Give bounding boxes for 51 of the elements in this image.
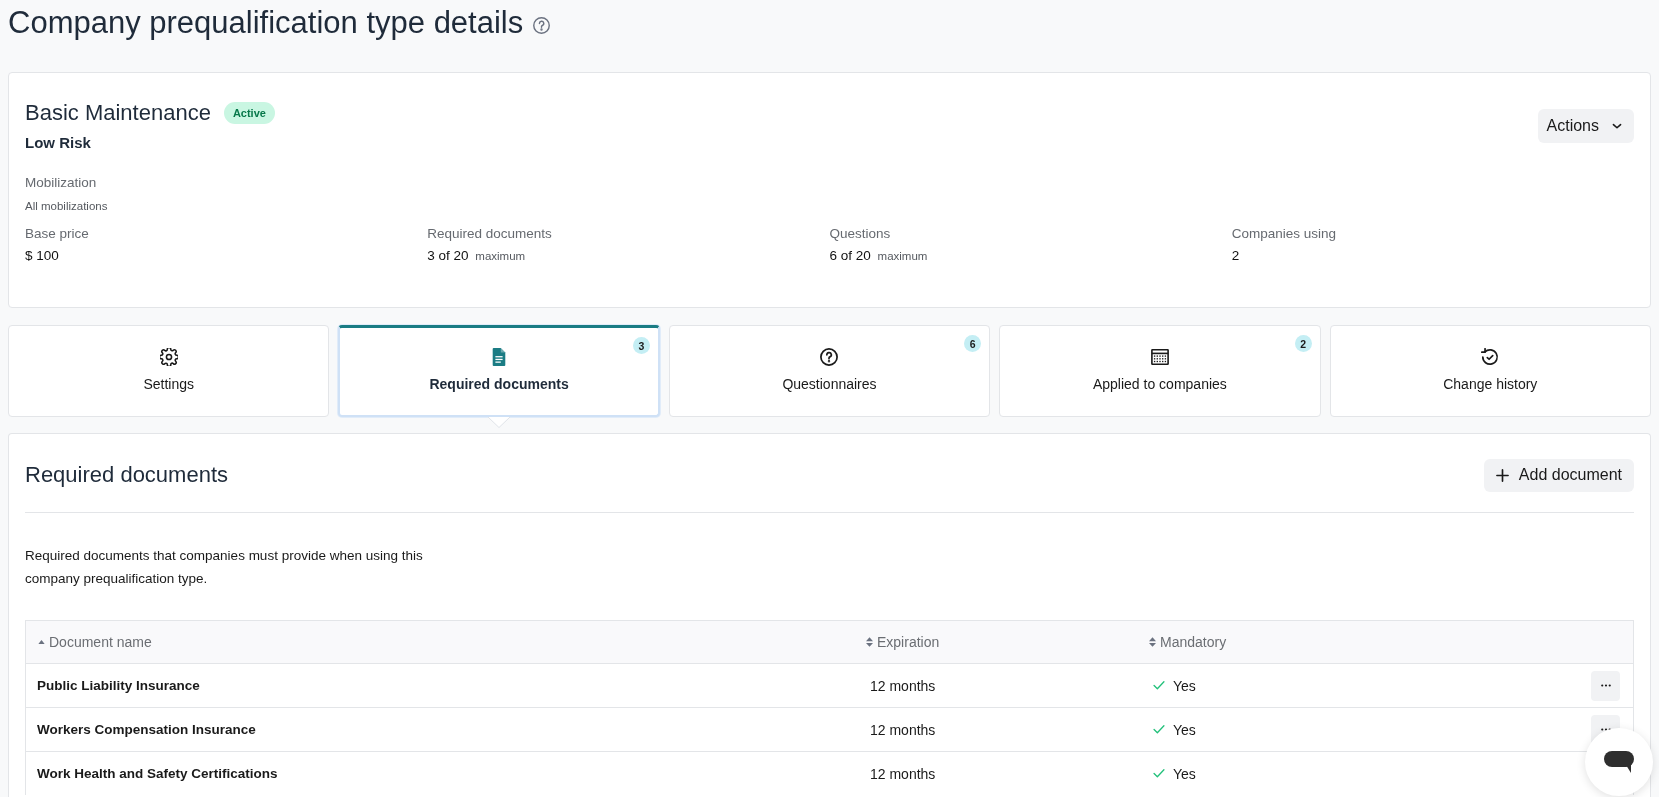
plus-icon <box>1495 468 1509 482</box>
history-icon <box>1481 348 1500 366</box>
settings-icon <box>159 348 178 366</box>
table-cell: 12 months <box>870 765 936 782</box>
page-title: Company prequalification type details <box>8 5 524 41</box>
field-label: Mobilization <box>25 174 98 192</box>
add-document-button[interactable]: Add document <box>1483 458 1634 492</box>
chat-icon <box>1604 751 1634 773</box>
field-value: All mobilizations <box>25 199 109 214</box>
help-icon[interactable] <box>533 16 551 34</box>
more-icon <box>1600 684 1611 687</box>
stat-value: 2 <box>1231 248 1240 263</box>
count-badge: 6 <box>964 335 982 352</box>
stat-label: Required documents <box>427 225 553 243</box>
type-name: Basic Maintenance <box>25 100 211 126</box>
stat-value: 6 of 20 <box>829 248 871 263</box>
stat-label: Questions <box>829 225 892 243</box>
chevron-down-icon <box>1612 123 1622 129</box>
table-cell: Yes <box>1173 677 1196 694</box>
risk-level: Low Risk <box>25 133 92 152</box>
tab[interactable]: Change history <box>1329 325 1651 417</box>
table-cell: Public Liability Insurance <box>37 678 200 693</box>
table-cell: 12 months <box>870 677 936 694</box>
column-header[interactable]: Expiration <box>866 634 940 650</box>
stat-note: maximum <box>877 250 928 262</box>
table-cell: Yes <box>1173 721 1196 738</box>
table-cell: Work Health and Safety Certifications <box>37 766 278 781</box>
tab[interactable]: Required documents 3 <box>338 325 660 417</box>
table-cell: 12 months <box>870 721 936 738</box>
count-badge: 2 <box>1294 335 1312 352</box>
status-badge: Active <box>223 102 275 124</box>
count-badge: 3 <box>632 337 650 354</box>
grid-icon <box>1150 348 1169 366</box>
tab[interactable]: Applied to companies 2 <box>999 325 1321 417</box>
column-header[interactable]: Document name <box>38 634 152 650</box>
actions-button[interactable]: Actions <box>1537 109 1634 143</box>
tab[interactable]: Settings <box>8 325 330 417</box>
table-cell: Workers Compensation Insurance <box>37 722 256 737</box>
section-title: Required documents <box>25 462 228 488</box>
tab[interactable]: Questionnaires 6 <box>668 325 991 417</box>
tab-pointer-icon <box>488 417 511 428</box>
table-cell: Yes <box>1173 765 1196 782</box>
section-description: Required documents that companies must provide when using this company prequalification type. <box>25 547 424 588</box>
more-icon <box>1600 728 1611 731</box>
stat-label: Companies using <box>1231 225 1338 243</box>
column-header[interactable]: Mandatory <box>1149 634 1227 650</box>
stat-note: maximum <box>475 250 526 262</box>
stat-label: Base price <box>25 225 90 243</box>
stat-value: 3 of 20 <box>427 248 469 263</box>
stat-value: $ 100 <box>25 248 59 263</box>
question-icon <box>820 348 839 366</box>
